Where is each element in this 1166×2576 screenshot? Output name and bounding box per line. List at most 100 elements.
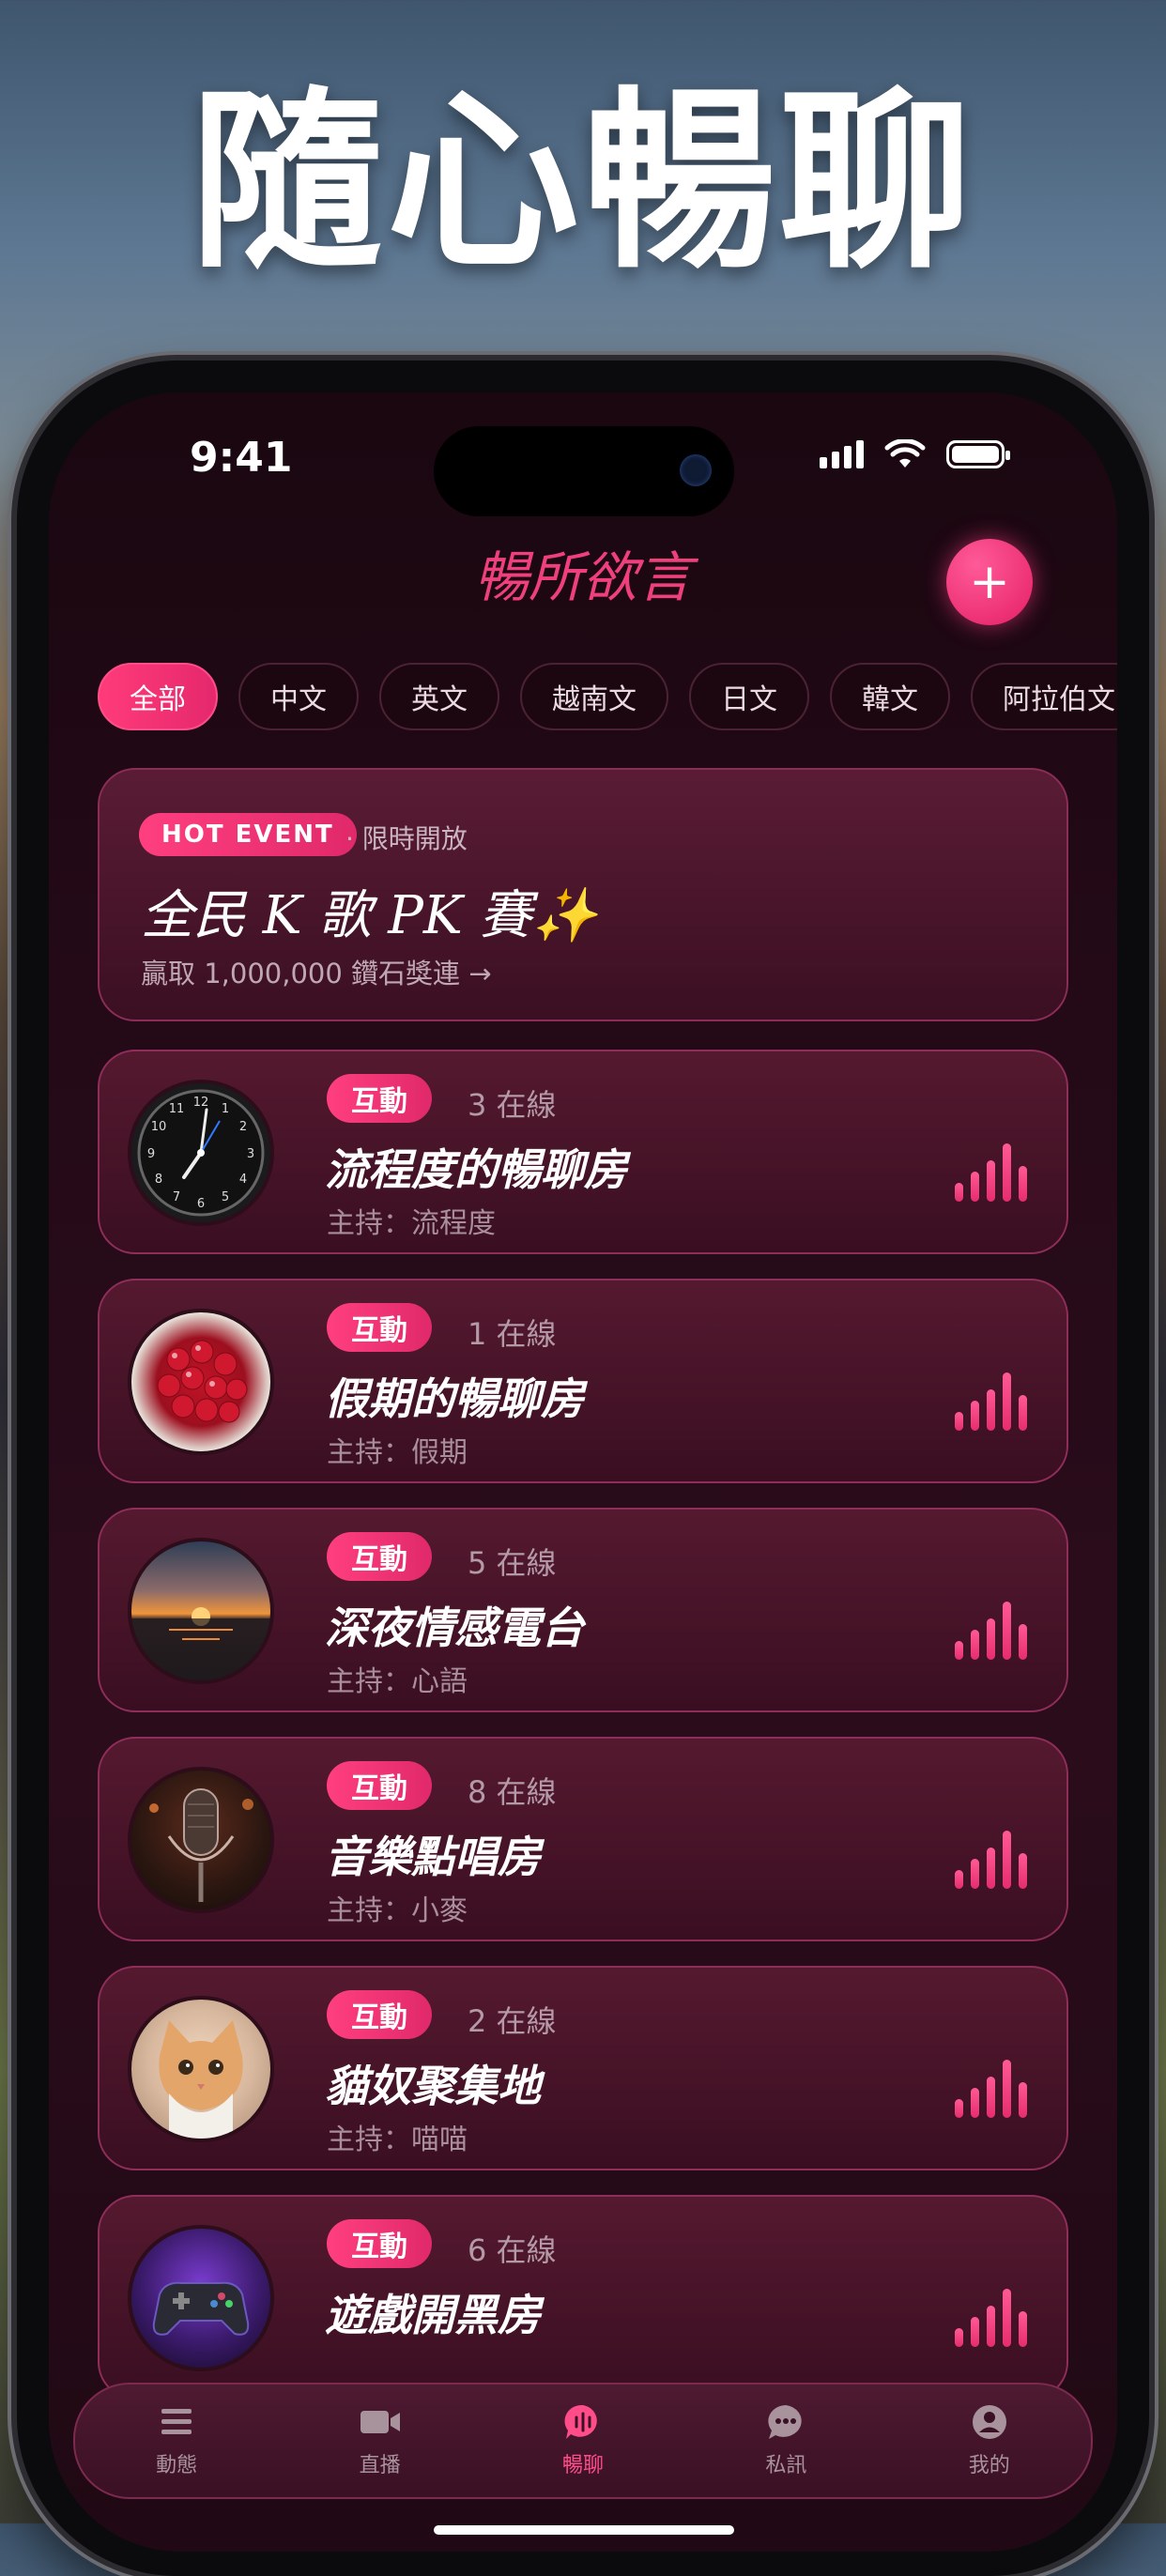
hot-event-banner[interactable]: HOT EVENT · 限時開放 全民 K 歌 PK 賽✨ 贏取 1,000,0… <box>98 768 1068 1021</box>
tab-label: 我的 <box>968 2454 1010 2477</box>
event-subtitle[interactable]: 贏取 1,000,000 鑽石獎連 → <box>141 952 492 991</box>
svg-text:1: 1 <box>222 1102 229 1116</box>
status-bar: 9:41 <box>49 392 1117 516</box>
room-host: 主持：心語 <box>327 1665 468 1698</box>
status-icons <box>820 439 1010 469</box>
tab-label: 動態 <box>156 2454 198 2477</box>
add-room-button[interactable]: + <box>946 539 1033 625</box>
voice-chat-icon <box>564 2404 597 2439</box>
feed-icon <box>161 2409 192 2434</box>
tab-label: 暢聊 <box>561 2454 604 2477</box>
tab-label: 私訊 <box>765 2454 807 2477</box>
berries-icon <box>157 1340 248 1423</box>
room-name: 深夜情感電台 <box>325 1602 584 1653</box>
voice-level-icon <box>955 1142 1027 1202</box>
dynamic-island <box>434 426 734 516</box>
room-card[interactable]: 互動 6 在線 遊戲開黑房 <box>98 2195 1068 2400</box>
filter-chip-chinese[interactable]: 中文 <box>238 663 359 730</box>
tab-messages[interactable]: 私訊 <box>715 2403 856 2478</box>
room-name: 貓奴聚集地 <box>325 2061 541 2111</box>
profile-icon <box>972 2405 1006 2439</box>
voice-level-icon <box>955 1829 1027 1889</box>
video-icon <box>360 2411 400 2433</box>
svg-text:7: 7 <box>173 1190 180 1204</box>
camera-icon <box>680 454 712 486</box>
online-count: 6 在線 <box>468 2232 557 2268</box>
room-host: 主持：喵喵 <box>327 2124 468 2156</box>
room-tag: 互動 <box>327 2219 432 2268</box>
room-card[interactable]: 互動 5 在線 深夜情感電台 主持：心語 <box>98 1508 1068 1712</box>
svg-text:10: 10 <box>151 1120 167 1134</box>
battery-icon <box>946 440 1010 468</box>
tab-feed[interactable]: 動態 <box>106 2403 247 2478</box>
wifi-icon <box>884 439 926 468</box>
svg-text:8: 8 <box>155 1173 162 1187</box>
voice-level-icon <box>955 1600 1027 1660</box>
cat-icon <box>159 2020 243 2139</box>
berries-avatar <box>128 1309 274 1455</box>
filter-chip-all[interactable]: 全部 <box>98 663 218 730</box>
room-name: 假期的暢聊房 <box>325 1373 584 1424</box>
language-filter-bar: 全部 中文 英文 越南文 日文 韓文 阿拉伯文 <box>98 663 1117 734</box>
room-host: 主持：小麥 <box>327 1894 468 1927</box>
status-time: 9:41 <box>190 434 293 482</box>
event-note: · 限時開放 <box>345 823 468 854</box>
svg-text:2: 2 <box>239 1120 247 1134</box>
svg-text:4: 4 <box>239 1173 247 1187</box>
sunset-icon <box>131 1607 270 1680</box>
microphone-avatar <box>128 1767 274 1913</box>
room-card[interactable]: 12 1 2 3 4 5 6 7 8 9 10 11 互動 3 在線 流程度的暢聊房 主持：流程度 <box>98 1050 1068 1254</box>
clock-icon: 12 1234567891011 <box>137 1089 265 1217</box>
room-card[interactable]: 互動 1 在線 假期的暢聊房 主持：假期 <box>98 1279 1068 1483</box>
phone-frame: 9:41 暢所欲言 + 全部 中文 英文 越南文 日文 韓文 阿拉伯文 HOT … <box>17 360 1149 2576</box>
room-host: 主持：流程度 <box>327 1207 496 1240</box>
filter-chip-vietnamese[interactable]: 越南文 <box>520 663 668 730</box>
svg-text:6: 6 <box>197 1197 205 1211</box>
filter-chip-korean[interactable]: 韓文 <box>830 663 950 730</box>
room-tag: 互動 <box>327 1074 432 1123</box>
filter-chip-english[interactable]: 英文 <box>379 663 499 730</box>
gamepad-icon <box>152 2281 250 2336</box>
svg-text:5: 5 <box>222 1190 229 1204</box>
message-icon <box>768 2405 803 2439</box>
online-count: 8 在線 <box>468 1774 557 1810</box>
clock-avatar: 12 1 2 3 4 5 6 7 8 9 10 11 <box>128 1080 274 1226</box>
svg-text:11: 11 <box>169 1102 185 1116</box>
room-name: 流程度的暢聊房 <box>325 1144 627 1195</box>
room-name: 音樂點唱房 <box>325 1832 541 1882</box>
cellular-signal-icon <box>820 440 864 468</box>
voice-level-icon <box>955 2058 1027 2118</box>
gamepad-avatar <box>128 2225 274 2371</box>
online-count: 3 在線 <box>468 1087 557 1123</box>
home-indicator[interactable] <box>434 2525 734 2535</box>
room-host: 主持：假期 <box>327 1436 468 1469</box>
promo-headline: 隨心暢聊 <box>191 71 975 295</box>
microphone-icon <box>149 1788 253 1902</box>
tab-profile[interactable]: 我的 <box>919 2403 1060 2478</box>
voice-level-icon <box>955 2287 1027 2347</box>
svg-text:9: 9 <box>147 1147 155 1161</box>
room-name: 遊戲開黑房 <box>325 2290 541 2340</box>
tab-label: 直播 <box>359 2454 401 2477</box>
room-card[interactable]: 互動 2 在線 貓奴聚集地 主持：喵喵 <box>98 1966 1068 2170</box>
room-tag: 互動 <box>327 1532 432 1581</box>
online-count: 2 在線 <box>468 2003 557 2039</box>
sunset-avatar <box>128 1538 274 1684</box>
voice-level-icon <box>955 1371 1027 1431</box>
tab-voice-chat[interactable]: 暢聊 <box>513 2403 653 2478</box>
cat-avatar <box>128 1996 274 2142</box>
tab-live[interactable]: 直播 <box>310 2403 451 2478</box>
filter-chip-japanese[interactable]: 日文 <box>689 663 809 730</box>
room-tag: 互動 <box>327 1761 432 1810</box>
room-tag: 互動 <box>327 1990 432 2039</box>
app-screen: 9:41 暢所欲言 + 全部 中文 英文 越南文 日文 韓文 阿拉伯文 HOT … <box>49 392 1117 2552</box>
hot-event-badge: HOT EVENT <box>139 813 357 856</box>
svg-text:12: 12 <box>193 1096 209 1110</box>
online-count: 1 在線 <box>468 1316 557 1352</box>
bottom-tab-bar: 動態 直播 暢聊 私訊 我的 <box>73 2383 1093 2499</box>
event-title: 全民 K 歌 PK 賽✨ <box>141 885 598 946</box>
room-card[interactable]: 互動 8 在線 音樂點唱房 主持：小麥 <box>98 1737 1068 1941</box>
filter-chip-arabic[interactable]: 阿拉伯文 <box>971 663 1117 730</box>
room-tag: 互動 <box>327 1303 432 1352</box>
svg-text:3: 3 <box>247 1147 254 1161</box>
